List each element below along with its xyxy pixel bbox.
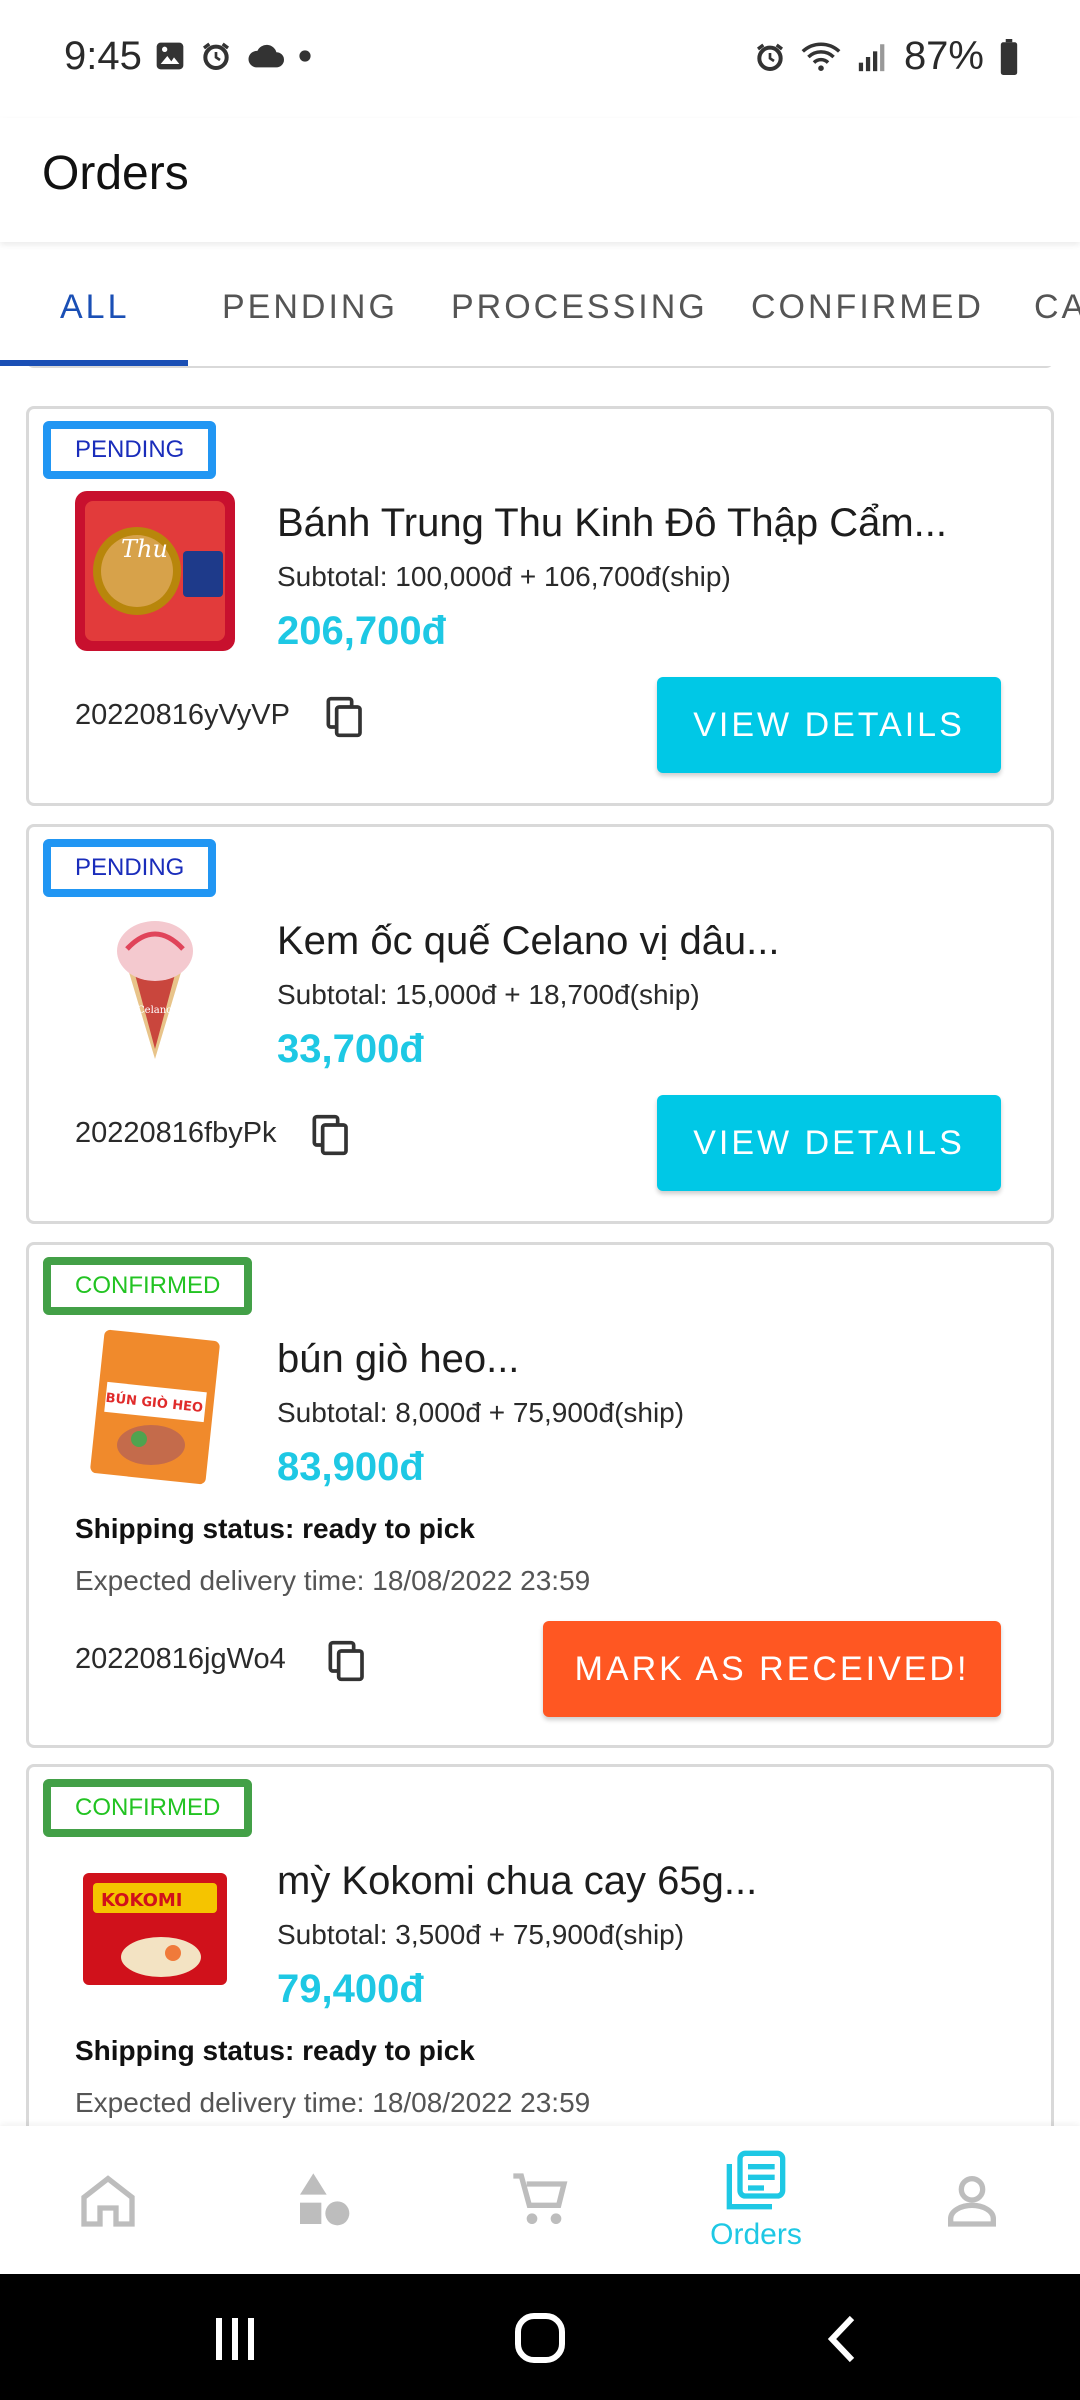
order-id: 20220816jgWo4 [75,1643,286,1675]
expected-delivery: Expected delivery time: 18/08/2022 23:59 [75,1565,591,1596]
home-icon [81,2175,135,2227]
back-icon[interactable] [822,2312,862,2366]
subtotal-text: Subtotal: 8,000đ + 75,900đ(ship) [277,1397,685,1428]
product-name: Bánh Trung Thu Kinh Đô Thập Cẩm... [277,501,948,545]
nav-account[interactable] [864,2126,1080,2274]
shipping-status: Shipping status: ready to pick [75,2035,475,2066]
product-thumbnail: Celano [75,909,235,1069]
subtotal-text: Subtotal: 15,000đ + 18,700đ(ship) [277,979,700,1010]
wifi-icon [801,41,841,71]
notification-icons [154,40,312,72]
product-thumbnail: Thu [75,491,235,651]
home-button-icon[interactable] [512,2310,568,2366]
order-status-tabs: ALL PENDING PROCESSING CONFIRMED CA [0,244,1080,368]
nav-orders[interactable]: Orders [648,2126,864,2274]
battery-percent: 87% [903,34,984,78]
copy-icon[interactable] [327,1639,367,1683]
order-card: CONFIRMED KOKOMI mỳ Kokomi chua cay 65g.… [26,1764,1054,2126]
view-details-button[interactable]: VIEW DETAILS [657,1095,1001,1191]
total-price: 206,700đ [277,609,447,653]
thumb-label: KOKOMI [101,1890,183,1911]
page-title: Orders [42,147,189,200]
product-thumbnail: KOKOMI [75,1849,235,2009]
tab-processing[interactable]: PROCESSING [451,288,708,327]
subtotal-text: Subtotal: 100,000đ + 106,700đ(ship) [277,561,731,592]
thumb-label: Celano [137,1005,172,1016]
status-badge: CONFIRMED [43,1779,253,1837]
copy-icon[interactable] [311,1113,351,1157]
order-card: PENDING Celano Kem ốc quế Celano vị dâu.… [26,824,1054,1224]
product-name: Kem ốc quế Celano vị dâu... [277,919,780,963]
view-details-button[interactable]: VIEW DETAILS [657,677,1001,773]
status-badge: PENDING [43,839,217,897]
shipping-status: Shipping status: ready to pick [75,1513,475,1544]
alarm-icon [756,43,783,71]
nav-orders-label: Orders [710,2218,802,2251]
tab-confirmed[interactable]: CONFIRMED [751,288,984,327]
status-badge: PENDING [43,421,217,479]
dot-icon [299,50,311,62]
orders-list[interactable]: PENDING Thu Bánh Trung Thu Kinh Đô Thập … [0,366,1080,2126]
nav-home[interactable] [0,2126,216,2274]
order-id: 20220816fbyPk [75,1117,277,1149]
tab-pending[interactable]: PENDING [222,288,398,327]
status-bar: 9:45 87% [0,0,1080,118]
bottom-navigation: Orders [0,2126,1080,2274]
copy-icon[interactable] [325,695,365,739]
categories-icon [300,2173,350,2226]
mark-as-received-button[interactable]: MARK AS RECEIVED! [543,1621,1001,1717]
recent-apps-icon[interactable] [210,2314,262,2364]
account-icon [948,2176,996,2227]
alarm-icon [203,42,229,70]
thumb-label: Thu [121,535,168,563]
total-price: 83,900đ [277,1445,424,1489]
image-icon [156,42,184,70]
product-name: mỳ Kokomi chua cay 65g... [277,1859,758,1903]
order-card: CONFIRMED BÚN GIÒ HEO bún giò heo... Sub… [26,1242,1054,1748]
tab-cancelled[interactable]: CA [1034,288,1080,327]
status-time: 9:45 [64,34,142,78]
cart-icon [513,2173,568,2224]
app-bar: Orders [0,118,1080,242]
product-thumbnail: BÚN GIÒ HEO [75,1327,235,1487]
nav-cart[interactable] [432,2126,648,2274]
orders-icon [726,2150,786,2210]
tab-all[interactable]: ALL [60,288,130,327]
system-navigation-bar [0,2274,1080,2400]
status-badge: CONFIRMED [43,1257,253,1315]
cloud-icon [248,44,284,68]
total-price: 33,700đ [277,1027,424,1071]
order-id: 20220816yVyVP [75,699,290,731]
total-price: 79,400đ [277,1967,424,2011]
previous-card-edge [26,366,1054,368]
product-name: bún giò heo... [277,1337,520,1381]
expected-delivery: Expected delivery time: 18/08/2022 23:59 [75,2087,591,2118]
subtotal-text: Subtotal: 3,500đ + 75,900đ(ship) [277,1919,685,1950]
nav-categories[interactable] [216,2126,432,2274]
battery-icon [1000,38,1018,75]
signal-icon [858,43,885,71]
order-card: PENDING Thu Bánh Trung Thu Kinh Đô Thập … [26,406,1054,806]
